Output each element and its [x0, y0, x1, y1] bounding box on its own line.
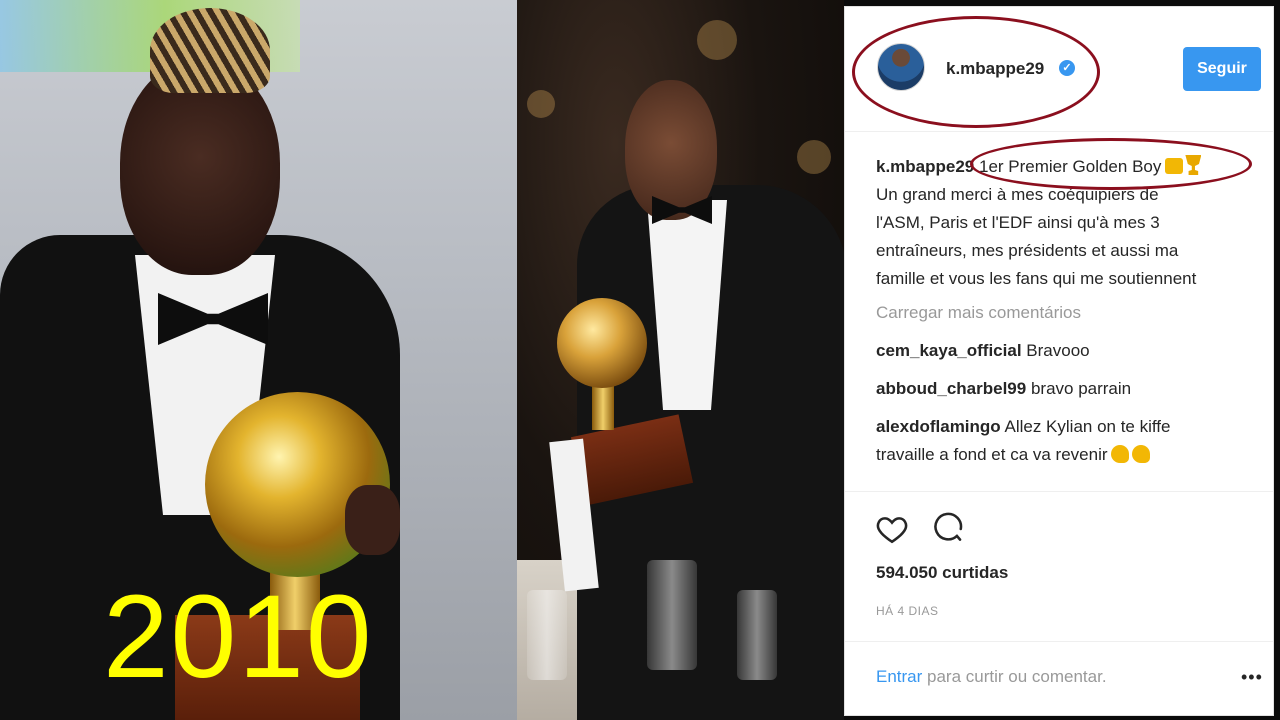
comments-section: k.mbappe29 1er Premier Golden Boy Un gra… [876, 153, 1256, 469]
comment-username[interactable]: abboud_charbel99 [876, 379, 1026, 398]
likes-count[interactable]: 594.050 curtidas [876, 563, 1008, 583]
caption-username[interactable]: k.mbappe29 [876, 157, 974, 176]
bokeh-light [697, 20, 737, 60]
heart-icon[interactable] [875, 512, 909, 546]
comment-text: bravo parrain [1030, 379, 1132, 398]
caption-line: l'ASM, Paris et l'EDF ainsi qu'à mes 3 [876, 213, 1160, 232]
login-link[interactable]: Entrar [876, 667, 922, 686]
glass [647, 560, 697, 670]
login-text: para curtir ou comentar. [922, 667, 1107, 686]
caption-line: entraîneurs, mes présidents et aussi ma [876, 241, 1179, 260]
photo-mbappe [517, 0, 844, 720]
comment-text: travaille a fond et ca va revenir [876, 445, 1108, 464]
login-prompt: Entrar para curtir ou comentar. [876, 667, 1107, 687]
highlight-ellipse-caption [970, 138, 1252, 190]
comment-item: abboud_charbel99 bravo parrain [876, 375, 1256, 403]
caption-line: famille et vous les fans qui me soutienn… [876, 269, 1197, 288]
comment-text: Allez Kylian on te kiffe [1004, 417, 1171, 436]
photo-pogba: 2010 [0, 0, 517, 720]
comment-item: alexdoflamingo Allez Kylian on te kiffe … [876, 413, 1256, 469]
post-timestamp: HÁ 4 DIAS [876, 604, 939, 618]
highlight-ellipse-username [852, 16, 1100, 128]
player-head [625, 80, 717, 220]
comment-username[interactable]: cem_kaya_official [876, 341, 1022, 360]
footer-divider [845, 641, 1273, 642]
player-hair [150, 8, 270, 93]
more-options-icon[interactable]: ••• [1241, 667, 1263, 688]
actions-divider [845, 491, 1273, 493]
muscle-emoji-icon [1131, 445, 1150, 463]
glass [527, 590, 567, 680]
player-hand [345, 485, 400, 555]
bokeh-light [797, 140, 831, 174]
muscle-emoji-icon [1110, 445, 1129, 463]
comment-text: Bravooo [1026, 341, 1090, 360]
golden-boy-trophy [557, 298, 647, 388]
comment-icon[interactable] [931, 512, 965, 546]
follow-button[interactable]: Seguir [1183, 47, 1261, 91]
bokeh-light [527, 90, 555, 118]
load-more-comments-link[interactable]: Carregar mais comentários [876, 299, 1256, 327]
comment-username[interactable]: alexdoflamingo [876, 417, 1001, 436]
glass [737, 590, 777, 680]
comment-item: cem_kaya_official Bravooo [876, 337, 1256, 365]
year-label: 2010 [103, 571, 374, 703]
